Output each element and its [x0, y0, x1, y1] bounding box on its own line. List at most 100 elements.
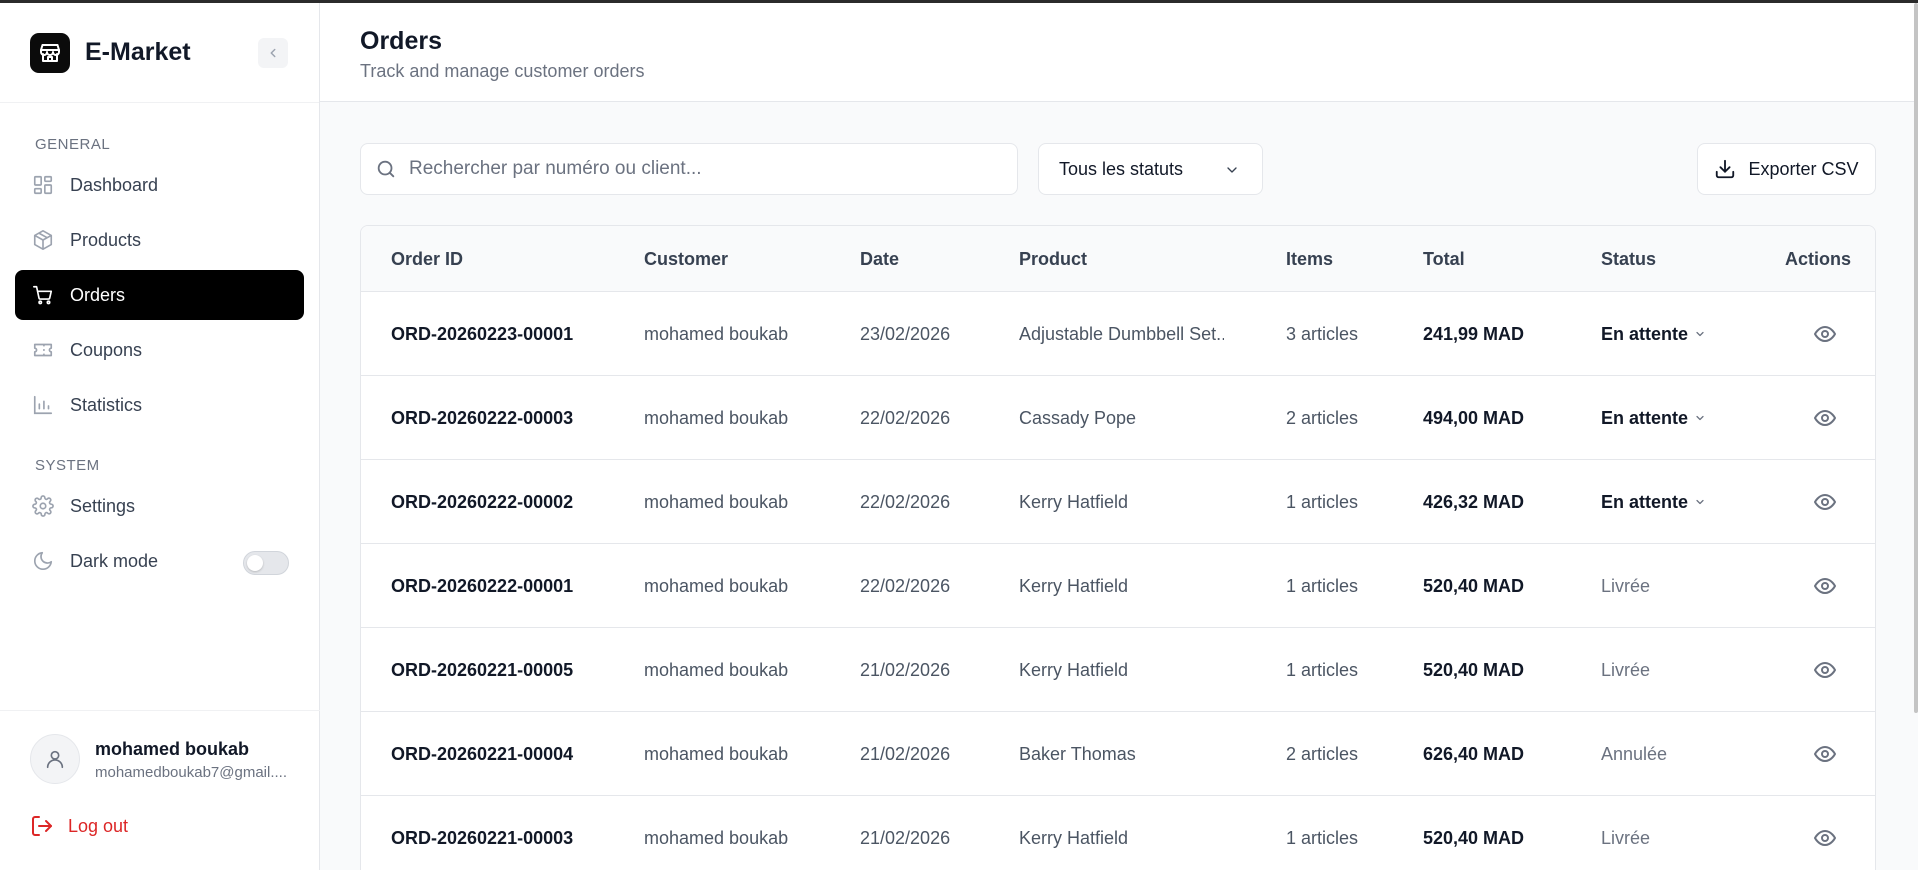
order-date: 23/02/2026: [860, 323, 951, 344]
eye-icon: [1813, 826, 1837, 850]
product-name: Cassady Pope: [1019, 407, 1137, 428]
logout-button[interactable]: Log out: [30, 814, 128, 838]
column-header-total[interactable]: Total: [1423, 226, 1465, 292]
sidebar-item-dashboard[interactable]: Dashboard: [15, 160, 304, 210]
order-date: 21/02/2026: [860, 827, 951, 848]
section-label-general: GENERAL: [35, 136, 111, 153]
ticket-icon: [30, 337, 56, 363]
view-order-button[interactable]: [1813, 460, 1837, 544]
eye-icon: [1813, 658, 1837, 682]
collapse-sidebar-button[interactable]: [258, 38, 288, 68]
dark-mode-toggle[interactable]: [243, 551, 289, 575]
user-icon: [46, 750, 64, 769]
chevron-down-icon: [1694, 412, 1706, 424]
status-select[interactable]: En attente: [1601, 292, 1706, 376]
status-filter-select[interactable]: Tous les statuts: [1038, 143, 1263, 195]
view-order-button[interactable]: [1813, 628, 1837, 712]
logout-label: Log out: [68, 815, 129, 836]
view-order-button[interactable]: [1813, 376, 1837, 460]
chevron-left-icon: [270, 48, 276, 58]
user-name: mohamed boukab: [95, 739, 250, 759]
brand: E-Market: [0, 3, 319, 103]
order-id: ORD-20260222-00002: [391, 491, 574, 512]
order-total: 241,99 MAD: [1423, 323, 1525, 344]
view-order-button[interactable]: [1813, 292, 1837, 376]
column-header-actions: Actions: [1785, 248, 1852, 269]
item-count: 1 articles: [1286, 491, 1359, 512]
chevron-down-icon: [1694, 328, 1706, 340]
item-count: 1 articles: [1286, 659, 1359, 680]
order-total: 494,00 MAD: [1423, 407, 1525, 428]
column-header-date[interactable]: Date: [860, 226, 899, 292]
column-header-order-id[interactable]: Order ID: [391, 226, 463, 292]
export-csv-button[interactable]: Exporter CSV: [1697, 143, 1876, 195]
sidebar-item-label: Dashboard: [70, 174, 159, 195]
item-count: 1 articles: [1286, 827, 1359, 848]
table-row: ORD-20260221-00003 mohamed boukab 21/02/20…: [361, 796, 1875, 870]
table-header: Order ID Customer Date Product Items Tot…: [361, 226, 1875, 292]
status-select[interactable]: En attente: [1601, 460, 1706, 544]
order-total: 520,40 MAD: [1423, 575, 1525, 596]
order-date: 22/02/2026: [860, 575, 951, 596]
status-value: Annulée: [1601, 743, 1668, 764]
table-row: ORD-20260222-00002 mohamed boukab 22/02/20…: [361, 460, 1875, 544]
download-icon: [1714, 158, 1736, 180]
product-name: Kerry Hatfield: [1019, 575, 1129, 596]
sidebar-item-products[interactable]: Products: [15, 215, 304, 265]
order-date: 21/02/2026: [860, 659, 951, 680]
sidebar-item-coupons[interactable]: Coupons: [15, 325, 304, 375]
layout-grid-icon: [30, 172, 56, 198]
status-value: Livrée: [1601, 827, 1651, 848]
order-id: ORD-20260223-00001: [391, 323, 574, 344]
sidebar-item-statistics[interactable]: Statistics: [15, 380, 304, 430]
product-name: Kerry Hatfield: [1019, 659, 1129, 680]
order-id: ORD-20260221-00005: [391, 659, 574, 680]
view-order-button[interactable]: [1813, 712, 1837, 796]
sidebar-item-settings[interactable]: Settings: [15, 481, 304, 531]
sidebar: E-Market GENERAL Dashboard Products Orde…: [0, 3, 320, 870]
logout-icon: [30, 814, 54, 838]
status-select[interactable]: En attente: [1601, 376, 1706, 460]
customer-name: mohamed boukab: [644, 575, 789, 596]
chevron-down-icon: [1694, 496, 1706, 508]
customer-name: mohamed boukab: [644, 491, 789, 512]
customer-name: mohamed boukab: [644, 323, 789, 344]
search-box: [360, 143, 1018, 195]
sidebar-item-label: Statistics: [70, 394, 143, 415]
table-row: ORD-20260222-00001 mohamed boukab 22/02/20…: [361, 544, 1875, 628]
eye-icon: [1813, 406, 1837, 430]
column-header-status[interactable]: Status: [1601, 226, 1656, 292]
table-row: ORD-20260222-00003 mohamed boukab 22/02/20…: [361, 376, 1875, 460]
page-header: Orders Track and manage customer orders: [320, 3, 1918, 102]
gear-icon: [30, 493, 56, 519]
order-id: ORD-20260222-00001: [391, 575, 574, 596]
column-header-items[interactable]: Items: [1286, 226, 1333, 292]
product-name: Baker Thomas: [1019, 743, 1136, 764]
view-order-button[interactable]: [1813, 796, 1837, 870]
status-value: En attente: [1601, 407, 1689, 428]
status-value: En attente: [1601, 323, 1689, 344]
order-total: 626,40 MAD: [1423, 743, 1525, 764]
item-count: 3 articles: [1286, 323, 1359, 344]
export-csv-label: Exporter CSV: [1748, 158, 1859, 179]
order-id: ORD-20260221-00003: [391, 827, 574, 848]
avatar[interactable]: [30, 734, 80, 784]
status-value: Livrée: [1601, 659, 1651, 680]
table-row: ORD-20260223-00001 mohamed boukab 23/02/20…: [361, 292, 1875, 376]
customer-name: mohamed boukab: [644, 743, 789, 764]
column-header-product[interactable]: Product: [1019, 226, 1087, 292]
user-email: mohamedboukab7@gmail....: [95, 764, 287, 781]
search-input[interactable]: [409, 158, 989, 180]
store-icon[interactable]: [30, 32, 70, 73]
sidebar-item-orders[interactable]: Orders: [15, 270, 304, 320]
page-scrollbar[interactable]: [1914, 3, 1918, 713]
order-id: ORD-20260221-00004: [391, 743, 574, 764]
order-total: 426,32 MAD: [1423, 491, 1525, 512]
page-title: Orders: [360, 27, 442, 55]
column-header-customer[interactable]: Customer: [644, 226, 728, 292]
status-value: En attente: [1601, 491, 1689, 512]
view-order-button[interactable]: [1813, 544, 1837, 628]
order-date: 21/02/2026: [860, 743, 951, 764]
order-date: 22/02/2026: [860, 491, 951, 512]
shopping-cart-icon: [30, 282, 56, 308]
